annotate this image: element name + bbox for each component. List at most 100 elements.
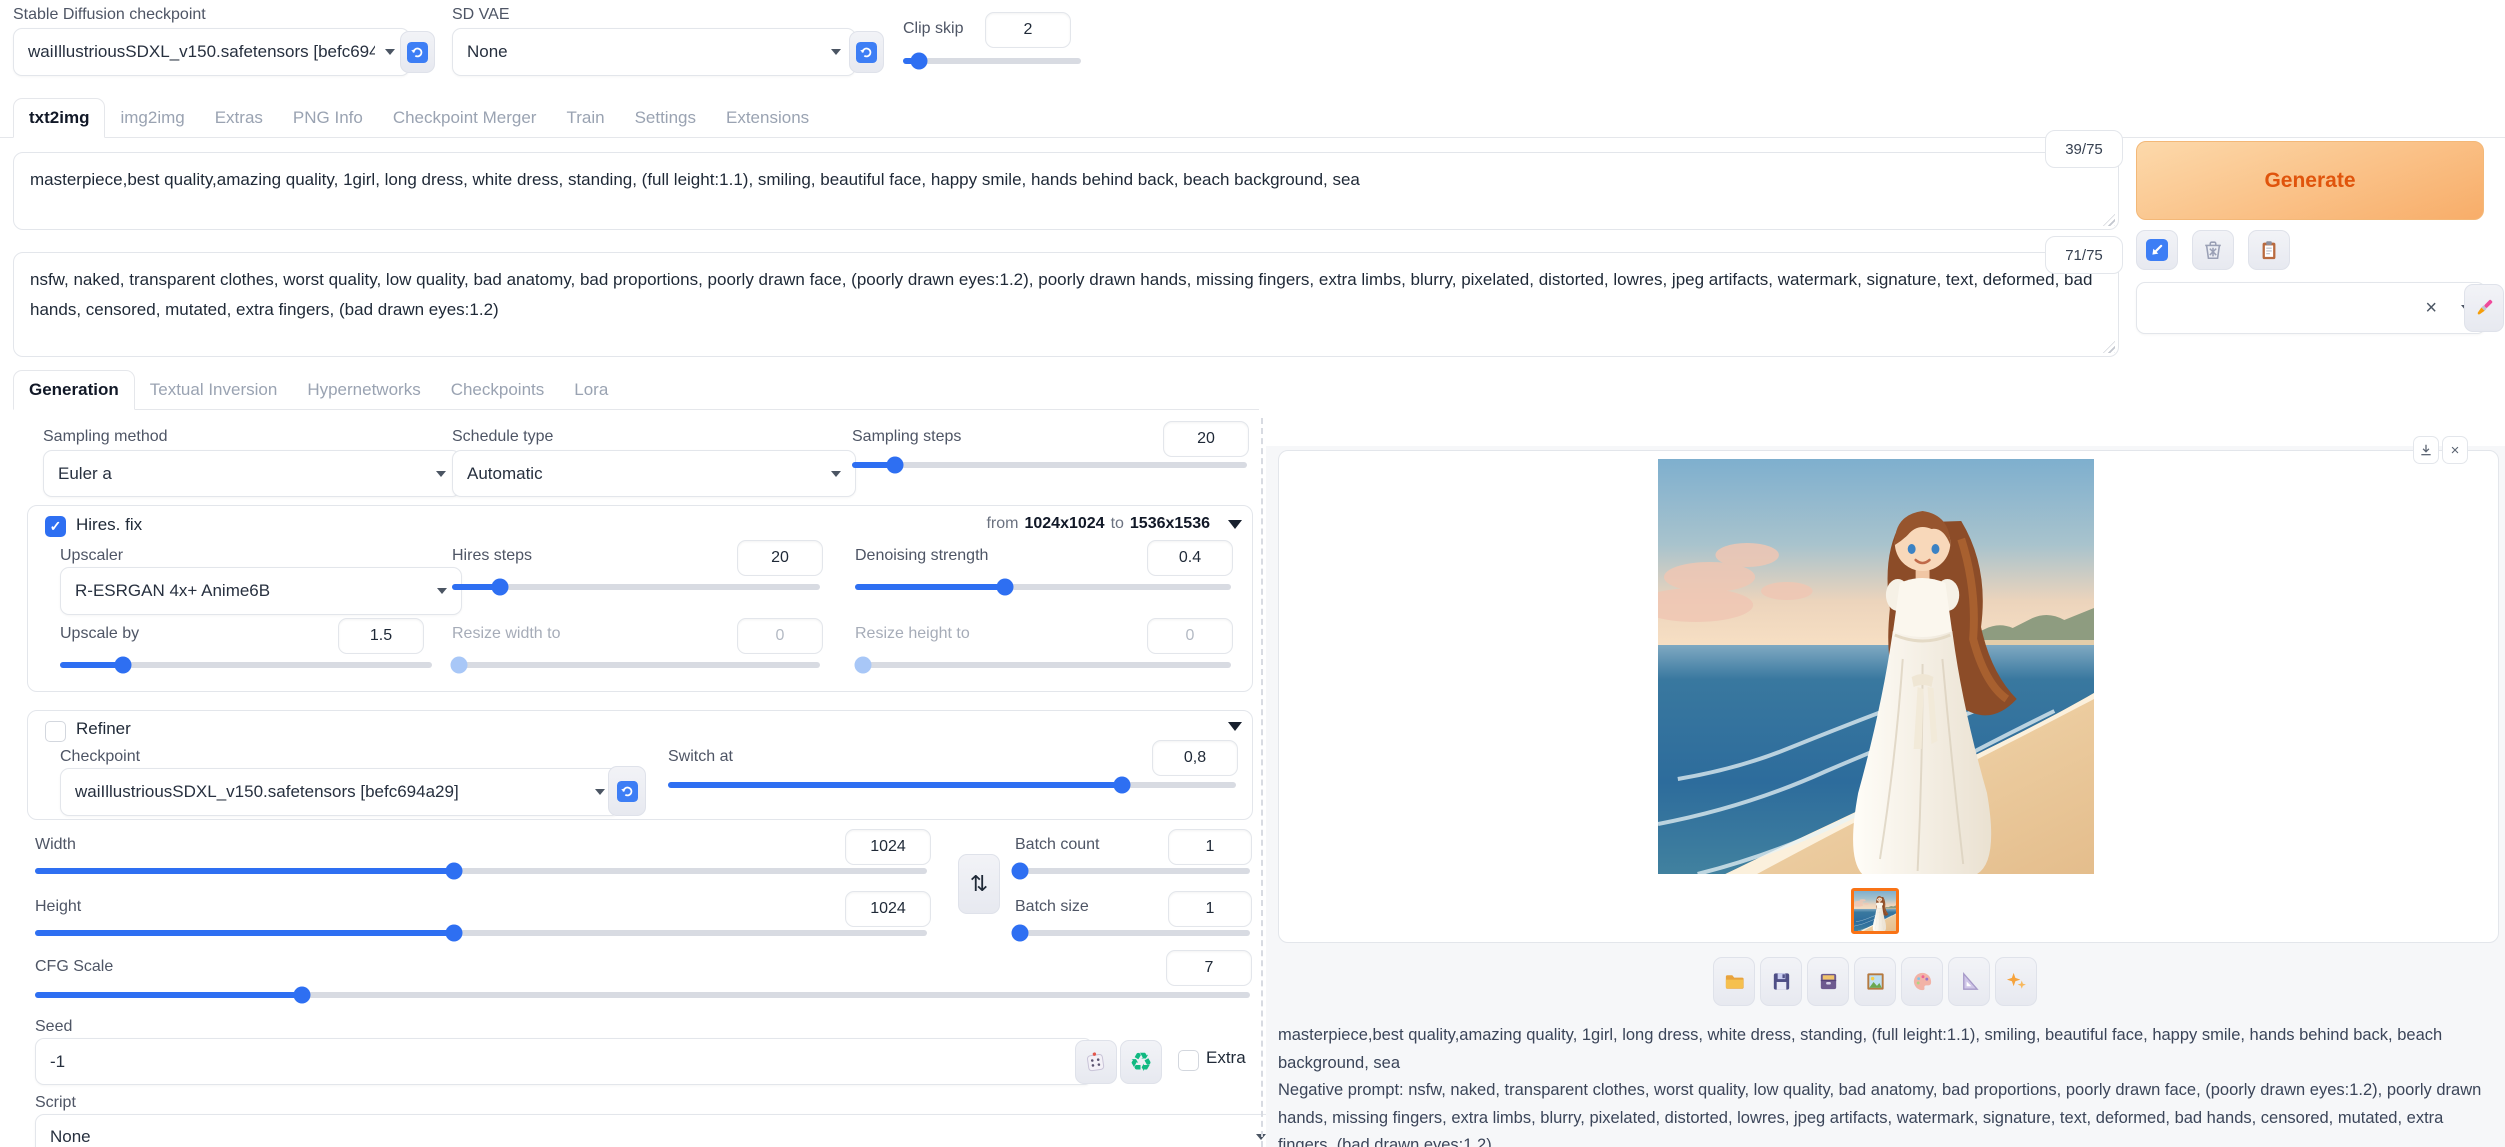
height-number-input[interactable]: 1024 xyxy=(845,891,931,927)
refresh-vae-button[interactable] xyxy=(849,31,884,73)
tab-img2img[interactable]: img2img xyxy=(105,99,199,137)
batch-size-slider[interactable] xyxy=(1015,930,1250,936)
batch-size-number-input[interactable]: 1 xyxy=(1168,891,1252,927)
close-preview-button[interactable]: × xyxy=(2442,436,2468,464)
script-dropdown[interactable]: None xyxy=(35,1114,1281,1147)
clear-prompt-button[interactable] xyxy=(2192,230,2234,270)
random-seed-button[interactable] xyxy=(1075,1040,1117,1084)
recycle-icon: ♻ xyxy=(1129,1047,1152,1078)
seed-value: -1 xyxy=(50,1052,1078,1072)
tab-lora[interactable]: Lora xyxy=(559,371,623,409)
switch-at-slider[interactable] xyxy=(668,782,1236,788)
sampling-steps-number-input[interactable]: 20 xyxy=(1163,421,1249,457)
hires-fix-title[interactable]: Hires. fix xyxy=(76,515,142,535)
tab-png-info[interactable]: PNG Info xyxy=(278,99,378,137)
refresh-refiner-checkpoint-button[interactable] xyxy=(608,766,646,816)
edit-styles-button[interactable] xyxy=(2464,284,2504,332)
seed-input[interactable]: -1 xyxy=(35,1038,1093,1085)
hires-steps-number-input[interactable]: 20 xyxy=(737,540,823,576)
chevron-down-icon xyxy=(437,588,447,594)
generated-image[interactable] xyxy=(1658,459,2094,874)
width-number-input[interactable]: 1024 xyxy=(845,829,931,865)
send-to-extras-button[interactable] xyxy=(1948,957,1990,1006)
refiner-title[interactable]: Refiner xyxy=(76,719,131,739)
checkpoint-dropdown[interactable]: waiIllustriousSDXL_v150.safetensors [bef… xyxy=(13,28,410,76)
cfg-number-input[interactable]: 7 xyxy=(1166,950,1252,986)
sampling-method-dropdown[interactable]: Euler a xyxy=(43,450,461,497)
clipboard-icon xyxy=(2258,239,2280,261)
tab-train[interactable]: Train xyxy=(551,99,619,137)
save-zip-button[interactable] xyxy=(1807,957,1849,1006)
tab-txt2img[interactable]: txt2img xyxy=(13,98,105,138)
denoising-strength-label: Denoising strength xyxy=(855,547,988,565)
gallery-thumbnail-selected[interactable] xyxy=(1851,888,1899,934)
sampling-steps-slider[interactable] xyxy=(852,462,1247,468)
tab-hypernetworks[interactable]: Hypernetworks xyxy=(292,371,435,409)
send-to-inpaint-button[interactable] xyxy=(1901,957,1943,1006)
tab-checkpoint-merger[interactable]: Checkpoint Merger xyxy=(378,99,552,137)
extra-seed-label: Extra xyxy=(1206,1048,1246,1068)
tab-textual-inversion[interactable]: Textual Inversion xyxy=(135,371,293,409)
styles-dropdown[interactable]: × xyxy=(2136,282,2486,334)
upscale-by-slider[interactable] xyxy=(60,662,432,668)
batch-count-slider[interactable] xyxy=(1015,868,1250,874)
upscale-by-number-input[interactable]: 1.5 xyxy=(338,618,424,654)
vae-value: None xyxy=(467,42,821,62)
refiner-checkbox[interactable] xyxy=(45,721,66,742)
column-resize-handle[interactable] xyxy=(1261,418,1263,1147)
refiner-checkpoint-dropdown[interactable]: waiIllustriousSDXL_v150.safetensors [bef… xyxy=(60,768,620,816)
vae-dropdown[interactable]: None xyxy=(452,28,856,76)
tab-extras[interactable]: Extras xyxy=(200,99,278,137)
download-image-button[interactable] xyxy=(2413,436,2439,464)
height-slider[interactable] xyxy=(35,930,927,936)
resize-height-number-input[interactable]: 0 xyxy=(1147,618,1233,654)
txt2img-sub-tab-bar: Generation Textual Inversion Hypernetwor… xyxy=(13,367,1259,410)
clear-x-icon[interactable]: × xyxy=(2425,297,2437,320)
open-folder-button[interactable] xyxy=(1713,957,1755,1006)
prompt-textarea[interactable]: masterpiece,best quality,amazing quality… xyxy=(13,152,2119,230)
tab-generation[interactable]: Generation xyxy=(13,370,135,410)
generate-button[interactable]: Generate xyxy=(2136,141,2484,220)
upscale-button[interactable] xyxy=(1995,957,2037,1006)
chevron-down-icon xyxy=(831,471,841,477)
resize-width-slider[interactable] xyxy=(452,662,820,668)
denoising-slider[interactable] xyxy=(855,584,1231,590)
upscaler-value: R-ESRGAN 4x+ Anime6B xyxy=(75,581,427,601)
extra-seed-checkbox[interactable] xyxy=(1178,1050,1199,1071)
apply-styles-button[interactable] xyxy=(2248,230,2290,270)
upscaler-dropdown[interactable]: R-ESRGAN 4x+ Anime6B xyxy=(60,567,462,615)
refresh-icon xyxy=(407,42,428,63)
clip-skip-number-input[interactable]: 2 xyxy=(985,12,1071,48)
hires-fix-checkbox[interactable]: ✓ xyxy=(45,516,66,537)
width-slider[interactable] xyxy=(35,868,927,874)
sampling-method-label: Sampling method xyxy=(43,428,168,446)
tab-checkpoints[interactable]: Checkpoints xyxy=(436,371,560,409)
main-tab-bar: txt2img img2img Extras PNG Info Checkpoi… xyxy=(0,96,2505,138)
collapse-hires-icon[interactable] xyxy=(1228,520,1242,529)
hires-steps-slider[interactable] xyxy=(452,584,820,590)
denoising-number-input[interactable]: 0.4 xyxy=(1147,540,1233,576)
swap-dimensions-button[interactable]: ⇅ xyxy=(958,854,1000,914)
refresh-checkpoints-button[interactable] xyxy=(400,31,435,73)
save-icon xyxy=(1770,970,1793,993)
negative-prompt-textarea[interactable]: nsfw, naked, transparent clothes, worst … xyxy=(13,252,2119,357)
upscaler-label: Upscaler xyxy=(60,547,123,565)
generation-info: masterpiece,best quality,amazing quality… xyxy=(1278,1022,2492,1147)
read-params-arrow-icon xyxy=(2146,239,2168,261)
schedule-type-dropdown[interactable]: Automatic xyxy=(452,450,856,497)
resize-height-slider[interactable] xyxy=(855,662,1231,668)
tab-extensions[interactable]: Extensions xyxy=(711,99,824,137)
cfg-slider[interactable] xyxy=(35,992,1250,998)
clip-skip-slider[interactable] xyxy=(903,58,1081,64)
resize-width-number-input[interactable]: 0 xyxy=(737,618,823,654)
batch-count-number-input[interactable]: 1 xyxy=(1168,829,1252,865)
save-zip-icon xyxy=(1817,970,1840,993)
tab-settings[interactable]: Settings xyxy=(620,99,711,137)
upscale-by-label: Upscale by xyxy=(60,625,139,643)
reuse-seed-button[interactable]: ♻ xyxy=(1120,1040,1162,1084)
read-parameters-button[interactable] xyxy=(2136,230,2178,270)
send-to-img2img-button[interactable] xyxy=(1854,957,1896,1006)
switch-at-number-input[interactable]: 0,8 xyxy=(1152,740,1238,776)
collapse-refiner-icon[interactable] xyxy=(1228,722,1242,731)
save-image-button[interactable] xyxy=(1760,957,1802,1006)
